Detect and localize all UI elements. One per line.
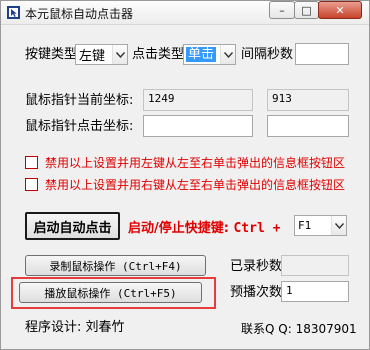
click-type-label: 点击类型: [132, 47, 185, 62]
button-type-label: 按键类型: [25, 47, 78, 62]
current-x-field: 1249: [143, 89, 253, 111]
close-icon: ✕: [335, 3, 345, 17]
click-type-value: 单击: [186, 47, 217, 62]
window-title: 本元鼠标自动点击器: [25, 7, 134, 21]
play-mouse-label: 播放鼠标操作 (Ctrl+F5): [44, 286, 177, 300]
close-button[interactable]: ✕: [318, 1, 362, 19]
left-click-dialog-label: 禁用以上设置并用左键从左至右单击弹出的信息框按钮区: [45, 156, 346, 170]
chevron-down-icon: [112, 45, 127, 64]
click-y-input[interactable]: [267, 115, 349, 137]
recorded-seconds-field: [281, 255, 349, 276]
hotkey-label: 启动/停止快捷键: Ctrl +: [128, 217, 280, 236]
minimize-button[interactable]: –: [269, 1, 295, 19]
recorded-seconds-label: 已录秒数: [230, 259, 283, 274]
record-mouse-button[interactable]: 录制鼠标操作 (Ctrl+F4): [25, 255, 206, 276]
record-mouse-label: 录制鼠标操作 (Ctrl+F4): [49, 259, 182, 273]
hotkey-combo: Ctrl +: [233, 221, 281, 236]
minimize-icon: –: [279, 3, 285, 17]
click-coords-label: 鼠标指针点击坐标:: [25, 119, 134, 134]
designer-credit: 程序设计: 刘春竹: [25, 320, 125, 335]
current-y-field: 913: [267, 89, 349, 111]
chevron-down-icon: [220, 45, 235, 64]
right-click-dialog-checkbox[interactable]: [25, 178, 38, 191]
click-type-select[interactable]: 单击: [183, 44, 236, 65]
maximize-button[interactable]: □: [294, 1, 319, 19]
interval-input[interactable]: [295, 43, 349, 65]
hotkey-text: 启动/停止快捷键:: [128, 221, 229, 236]
button-type-select[interactable]: 左键: [75, 44, 128, 65]
click-x-input[interactable]: [143, 115, 253, 137]
interval-label: 间隔秒数: [241, 47, 294, 62]
right-click-dialog-label: 禁用以上设置并用右键从左至右单击弹出的信息框按钮区: [45, 178, 346, 192]
start-auto-click-label: 启动自动点击: [33, 220, 112, 236]
title-bar[interactable]: 本元鼠标自动点击器 – □ ✕: [1, 1, 369, 25]
hotkey-key-value: F1: [298, 219, 312, 232]
play-count-input[interactable]: 1: [281, 281, 349, 302]
play-mouse-button[interactable]: 播放鼠标操作 (Ctrl+F5): [19, 282, 202, 303]
play-count-value: 1: [286, 284, 293, 297]
chevron-down-icon: [331, 216, 346, 235]
contact-info: 联系Q Q: 18307901: [241, 322, 357, 336]
play-count-label: 预播次数: [230, 285, 283, 300]
maximize-icon: □: [301, 3, 312, 17]
current-coords-label: 鼠标指针当前坐标:: [25, 93, 134, 108]
left-click-dialog-checkbox[interactable]: [25, 156, 38, 169]
current-x-value: 1249: [148, 92, 175, 105]
start-auto-click-button[interactable]: 启动自动点击: [25, 212, 120, 240]
current-y-value: 913: [272, 92, 292, 105]
app-icon: [7, 6, 20, 19]
hotkey-select[interactable]: F1: [294, 215, 347, 236]
app-window: 本元鼠标自动点击器 – □ ✕ 按键类型 左键 点击类型 单击 间隔秒数 鼠标指…: [0, 0, 370, 350]
button-type-value: 左键: [79, 49, 106, 64]
